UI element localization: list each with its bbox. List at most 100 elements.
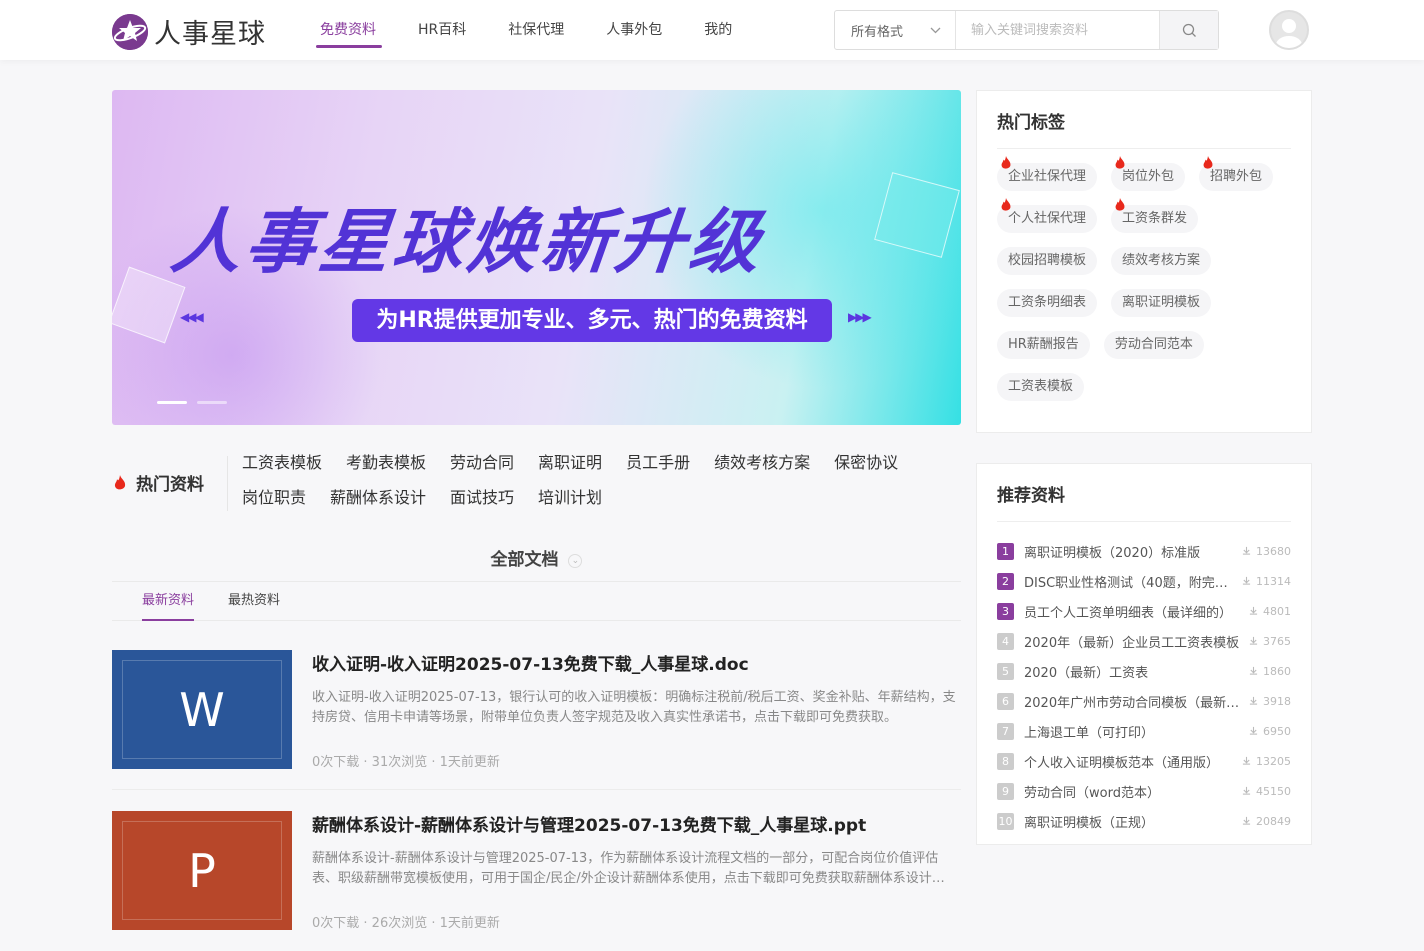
- download-icon: [1242, 786, 1251, 795]
- recommended-item-title: DISC职业性格测试（40题，附完整版答案）: [1024, 575, 1240, 591]
- hot-link[interactable]: 绩效考核方案: [714, 448, 810, 483]
- logo-text: 人事星球: [154, 19, 266, 50]
- hot-link[interactable]: 岗位职责: [242, 483, 306, 518]
- hot-tag[interactable]: 劳动合同范本: [1103, 331, 1204, 359]
- rank-badge: 9: [997, 782, 1014, 800]
- hot-tag-label: 工资条群发: [1122, 211, 1188, 226]
- hot-tag[interactable]: 离职证明模板: [1111, 289, 1212, 317]
- search-bar: 所有格式: [834, 10, 1219, 50]
- download-count: 4801: [1249, 605, 1291, 618]
- recommended-item[interactable]: 3 员工个人工资单明细表（最详细的） 4801: [997, 596, 1291, 626]
- recommended-item-title: 离职证明模板（正规）: [1024, 815, 1155, 831]
- recommended-item[interactable]: 5 2020（最新）工资表 1860: [997, 656, 1291, 686]
- top-header: 人事星球 免费资料 HR百科 社保代理 人事外包 我的 所有格式: [0, 0, 1424, 60]
- rank-badge: 3: [997, 602, 1014, 620]
- hot-tag[interactable]: 招聘外包: [1199, 156, 1274, 191]
- document-item[interactable]: W 收入证明-收入证明2025-07-13免费下载_人事星球.doc 收入证明-…: [112, 650, 961, 790]
- document-title[interactable]: 收入证明-收入证明2025-07-13免费下载_人事星球.doc: [312, 650, 749, 675]
- hot-tags-list: 企业社保代理 岗位外包 招聘外包个人社保代理 工资条群发校园招聘模板 绩效考核方案工资条…: [977, 149, 1311, 415]
- hot-link[interactable]: 劳动合同: [450, 448, 514, 483]
- download-icon: [1249, 666, 1258, 675]
- format-select[interactable]: 所有格式: [835, 11, 956, 49]
- fire-icon: [1001, 198, 1011, 211]
- recommended-item[interactable]: 2 DISC职业性格测试（40题，附完整版答案） 11314: [997, 566, 1291, 596]
- nav-free-resources[interactable]: 免费资料: [316, 0, 382, 60]
- download-icon: [1249, 696, 1258, 705]
- recommended-item[interactable]: 8 个人收入证明模板范本（通用版） 13205: [997, 746, 1291, 776]
- hot-link[interactable]: 薪酬体系设计: [330, 483, 426, 518]
- nav-mine[interactable]: 我的: [704, 0, 732, 60]
- user-avatar[interactable]: [1269, 10, 1309, 50]
- recommended-item-title: 个人收入证明模板范本（通用版）: [1024, 755, 1220, 771]
- site-logo[interactable]: 人事星球: [112, 12, 266, 51]
- download-count-value: 20849: [1256, 814, 1291, 828]
- nav-hr-wiki[interactable]: HR百科: [418, 0, 466, 60]
- hot-tag-label: 离职证明模板: [1122, 295, 1201, 310]
- fire-icon: [1115, 156, 1125, 169]
- download-count: 6950: [1249, 725, 1291, 738]
- hot-tag[interactable]: 工资表模板: [997, 373, 1085, 401]
- hot-tag[interactable]: 岗位外包: [1111, 156, 1186, 191]
- main-nav: 免费资料 HR百科 社保代理 人事外包 我的: [316, 0, 774, 60]
- rank-badge: 2: [997, 572, 1014, 590]
- download-count: 3918: [1249, 695, 1291, 708]
- hot-link[interactable]: 面试技巧: [450, 483, 514, 518]
- hot-tag[interactable]: 工资条明细表: [997, 289, 1098, 317]
- download-icon: [1242, 816, 1251, 825]
- word-doc-thumbnail[interactable]: W: [112, 650, 292, 769]
- hot-tag-label: 个人社保代理: [1008, 211, 1087, 226]
- carousel-dot[interactable]: [197, 401, 227, 404]
- hot-link[interactable]: 保密协议: [834, 448, 898, 483]
- nav-social-security[interactable]: 社保代理: [508, 0, 564, 60]
- hot-link[interactable]: 培训计划: [538, 483, 602, 518]
- download-icon: [1242, 576, 1251, 585]
- recommended-item[interactable]: 1 离职证明模板（2020）标准版 13680: [997, 536, 1291, 566]
- recommended-item[interactable]: 9 劳动合同（word范本） 45150: [997, 776, 1291, 806]
- tab-hottest[interactable]: 最热资料: [228, 582, 280, 620]
- hot-tag[interactable]: 个人社保代理: [997, 198, 1098, 233]
- download-icon: [1242, 756, 1251, 765]
- ppt-doc-thumbnail[interactable]: P: [112, 811, 292, 930]
- carousel-dot[interactable]: [157, 401, 187, 404]
- recommended-list: 1 离职证明模板（2020）标准版 13680 2 DISC职业性格测试（40题，附完整…: [977, 522, 1311, 846]
- hot-tag-label: 校园招聘模板: [1008, 253, 1087, 268]
- hot-tag[interactable]: 企业社保代理: [997, 156, 1098, 191]
- hot-link[interactable]: 员工手册: [626, 448, 690, 483]
- download-count: 1860: [1249, 665, 1291, 678]
- rank-badge: 1: [997, 542, 1014, 560]
- hot-tag-label: HR薪酬报告: [1008, 337, 1079, 352]
- document-description: 薪酬体系设计-薪酬体系设计与管理2025-07-13，作为薪酬体系设计流程文档的…: [312, 851, 945, 886]
- recommended-item[interactable]: 10 离职证明模板（正规） 20849: [997, 806, 1291, 836]
- download-count: 20849: [1242, 815, 1291, 828]
- recommended-item[interactable]: 4 2020年（最新）企业员工工资表模板 3765: [997, 626, 1291, 656]
- hot-link[interactable]: 工资表模板: [242, 448, 322, 483]
- document-item[interactable]: P 薪酬体系设计-薪酬体系设计与管理2025-07-13免费下载_人事星球.pp…: [112, 811, 961, 951]
- search-input[interactable]: [956, 11, 1159, 49]
- recommended-item-title: 上海退工单（可打印）: [1024, 725, 1155, 741]
- download-count-value: 45150: [1256, 784, 1291, 798]
- hot-resources: 热门资料 工资表模板 考勤表模板 劳动合同 离职证明 员工手册 绩效考核方案 保…: [112, 448, 961, 518]
- rank-badge: 10: [997, 812, 1014, 830]
- rank-badge: 7: [997, 722, 1014, 740]
- recommended-item[interactable]: 7 上海退工单（可打印） 6950: [997, 716, 1291, 746]
- hot-tag[interactable]: 校园招聘模板: [997, 247, 1098, 275]
- hot-link[interactable]: 考勤表模板: [346, 448, 426, 483]
- search-button[interactable]: [1159, 11, 1218, 49]
- recommended-item[interactable]: 6 2020年广州市劳动合同模板（最新版） 3918: [997, 686, 1291, 716]
- tab-latest[interactable]: 最新资料: [142, 582, 195, 621]
- all-documents-header[interactable]: 全部文档 ⌄: [112, 545, 961, 570]
- download-count-value: 4801: [1263, 604, 1291, 618]
- nav-hr-outsourcing[interactable]: 人事外包: [606, 0, 662, 60]
- hot-tag[interactable]: 工资条群发: [1111, 198, 1199, 233]
- hot-link[interactable]: 离职证明: [538, 448, 602, 483]
- hot-tag[interactable]: 绩效考核方案: [1111, 247, 1212, 275]
- download-count-value: 1860: [1263, 664, 1291, 678]
- format-select-value: 所有格式: [851, 24, 904, 40]
- banner-arrows-right: ▶▶▶: [848, 310, 872, 324]
- hero-banner[interactable]: 人事星球焕新升级 ◀◀◀ 为HR提供更加专业、多元、热门的免费资料 ▶▶▶: [112, 90, 961, 425]
- download-count-value: 11314: [1256, 574, 1291, 588]
- document-title[interactable]: 薪酬体系设计-薪酬体系设计与管理2025-07-13免费下载_人事星球.ppt: [312, 811, 866, 836]
- hot-tag[interactable]: HR薪酬报告: [997, 331, 1090, 359]
- hot-tag-label: 绩效考核方案: [1122, 253, 1201, 268]
- fire-icon: [1203, 156, 1213, 169]
